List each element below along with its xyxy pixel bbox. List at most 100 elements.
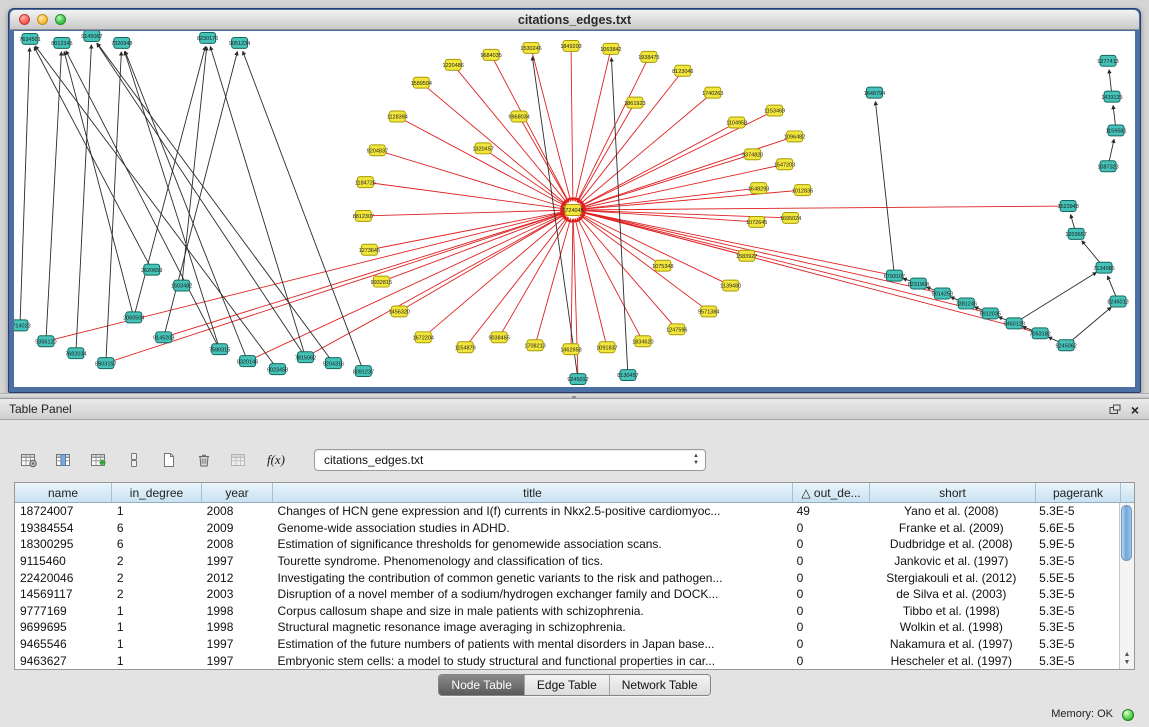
graph-node-label: 9356120 — [35, 339, 56, 345]
scrollbar-arrows-icon[interactable]: ▲▼ — [1120, 651, 1134, 667]
column-header-name[interactable]: name — [15, 483, 112, 502]
function-builder-button[interactable]: f(x) — [261, 448, 291, 472]
table-row[interactable]: 946362711997Embryonic stem cells: a mode… — [15, 652, 1119, 669]
tab-node-table[interactable]: Node Table — [439, 675, 524, 695]
graph-node-label: 9204837 — [367, 149, 388, 155]
graph-edge — [397, 117, 565, 206]
table-row[interactable]: 946554611997Estimation of the future num… — [15, 636, 1119, 653]
table-row[interactable]: 911546021997Tourette syndrome. Phenomeno… — [15, 553, 1119, 570]
table-row[interactable]: 969969511998Structural magnetic resonanc… — [15, 619, 1119, 636]
graph-node-label: 1583927 — [736, 254, 757, 260]
cell-name: 9777169 — [15, 604, 112, 618]
cell-in_degree: 2 — [112, 554, 202, 568]
cell-pagerank: 5.9E-5 — [1034, 537, 1119, 551]
export-table-icon[interactable] — [226, 448, 252, 472]
table-row[interactable]: 1938455462009Genome-wide association stu… — [15, 520, 1119, 537]
table-row[interactable]: 977716911998Corpus callosum shape and si… — [15, 603, 1119, 620]
graph-node-label: 1153469 — [764, 109, 785, 115]
import-table-icon[interactable] — [86, 448, 112, 472]
cell-year: 1997 — [202, 654, 273, 668]
cell-out_de: 0 — [792, 654, 869, 668]
graph-node-label: 2620659 — [141, 268, 162, 274]
graph-edge — [210, 47, 305, 358]
graph-node-label: 1087323 — [1097, 164, 1118, 170]
cell-out_de: 49 — [792, 504, 869, 518]
column-header-out_de[interactable]: △ out_de... — [793, 483, 870, 502]
graph-node-label: 1648794 — [864, 91, 885, 97]
delete-table-icon[interactable] — [191, 448, 217, 472]
memory-status-label: Memory: OK — [1051, 708, 1113, 720]
column-chooser-icon[interactable] — [121, 448, 147, 472]
graph-edge — [875, 102, 894, 276]
cell-title: Embryonic stem cells: a model to study s… — [273, 654, 792, 668]
graph-node-label: 9460128 — [1004, 322, 1025, 328]
vertical-scrollbar[interactable]: ▲▼ — [1119, 503, 1134, 669]
column-header-title[interactable]: title — [273, 483, 793, 502]
cell-year: 1998 — [202, 620, 273, 634]
memory-status-icon — [1122, 709, 1134, 721]
cell-pagerank: 5.3E-5 — [1034, 587, 1119, 601]
graph-edge — [363, 210, 564, 216]
graph-edge — [483, 148, 565, 205]
graph-node-label: 7053182 — [1030, 331, 1051, 337]
graph-node-label: 7320948 — [111, 41, 132, 47]
graph-node-label: 1672204 — [413, 335, 434, 341]
graph-edge — [571, 46, 573, 201]
show-columns-icon[interactable] — [51, 448, 77, 472]
table-header-row: namein_degreeyeartitle△ out_de...shortpa… — [15, 483, 1134, 503]
table-rows: 1872400712008Changes of HCN gene express… — [15, 503, 1119, 669]
table-row[interactable]: 2242004622012Investigating the contribut… — [15, 569, 1119, 586]
table-row[interactable]: 1456911722003Disruption of a novel membe… — [15, 586, 1119, 603]
cell-pagerank: 5.5E-5 — [1034, 571, 1119, 585]
graph-edge — [580, 215, 709, 311]
new-document-icon[interactable] — [156, 448, 182, 472]
graph-node-label: 1834620 — [632, 339, 653, 345]
cell-in_degree: 2 — [112, 571, 202, 585]
table-panel-header: Table Panel × — [0, 399, 1149, 420]
graph-node-label: 1695024 — [780, 216, 801, 222]
tab-network-table[interactable]: Network Table — [609, 675, 710, 695]
cell-out_de: 0 — [792, 554, 869, 568]
network-canvas[interactable]: 1724045158950411283949204837118472688123… — [14, 31, 1135, 387]
column-header-pagerank[interactable]: pagerank — [1036, 483, 1121, 502]
scrollbar-thumb[interactable] — [1121, 505, 1132, 561]
graph-edge — [365, 182, 564, 209]
network-view[interactable]: 1724045158950411283949204837118472688123… — [14, 31, 1135, 387]
graph-edge — [1014, 272, 1096, 323]
graph-edge — [35, 46, 277, 369]
graph-node-label: 1861923 — [624, 101, 645, 107]
table-row[interactable]: 1872400712008Changes of HCN gene express… — [15, 503, 1119, 520]
table-row[interactable]: 1830029562008Estimation of significance … — [15, 536, 1119, 553]
graph-node-label: 1075348 — [652, 264, 673, 270]
column-header-short[interactable]: short — [870, 483, 1036, 502]
float-panel-icon[interactable] — [1109, 404, 1121, 415]
tab-edge-table[interactable]: Edge Table — [524, 675, 609, 695]
cell-year: 2008 — [202, 504, 273, 518]
cell-name: 19384554 — [15, 521, 112, 535]
graph-node-label: 8012345 — [51, 41, 72, 47]
close-panel-icon[interactable]: × — [1131, 403, 1139, 417]
cell-title: Changes of HCN gene expression and I(f) … — [273, 504, 792, 518]
cell-short: Dudbridge et al. (2008) — [868, 537, 1034, 551]
column-header-year[interactable]: year — [202, 483, 273, 502]
graph-node-label: 7590315 — [209, 347, 230, 353]
table-selector[interactable]: citations_edges.txt ▲▼ — [314, 449, 706, 471]
graph-node-label: 1456320 — [389, 310, 410, 316]
cell-title: Estimation of significance thresholds fo… — [273, 537, 792, 551]
graph-node-label: 1503482 — [171, 284, 192, 290]
graph-node-label: 8246013 — [1107, 300, 1128, 306]
cell-short: Yano et al. (2008) — [868, 504, 1034, 518]
cell-title: Tourette syndrome. Phenomenology and cla… — [273, 554, 792, 568]
graph-node-label: 1547203 — [774, 162, 795, 168]
table-mode-icon[interactable] — [16, 448, 42, 472]
cell-year: 2008 — [202, 537, 273, 551]
column-header-in_degree[interactable]: in_degree — [112, 483, 202, 502]
graph-edge — [575, 219, 607, 348]
graph-node-label: 1433125 — [1101, 95, 1122, 101]
window-titlebar[interactable]: citations_edges.txt — [10, 10, 1139, 30]
graph-node-label: 8130457 — [617, 373, 638, 379]
cell-in_degree: 1 — [112, 504, 202, 518]
graph-node-label: 9245012 — [567, 377, 588, 383]
cell-year: 1997 — [202, 637, 273, 651]
graph-node-label: 1139480 — [720, 284, 741, 290]
